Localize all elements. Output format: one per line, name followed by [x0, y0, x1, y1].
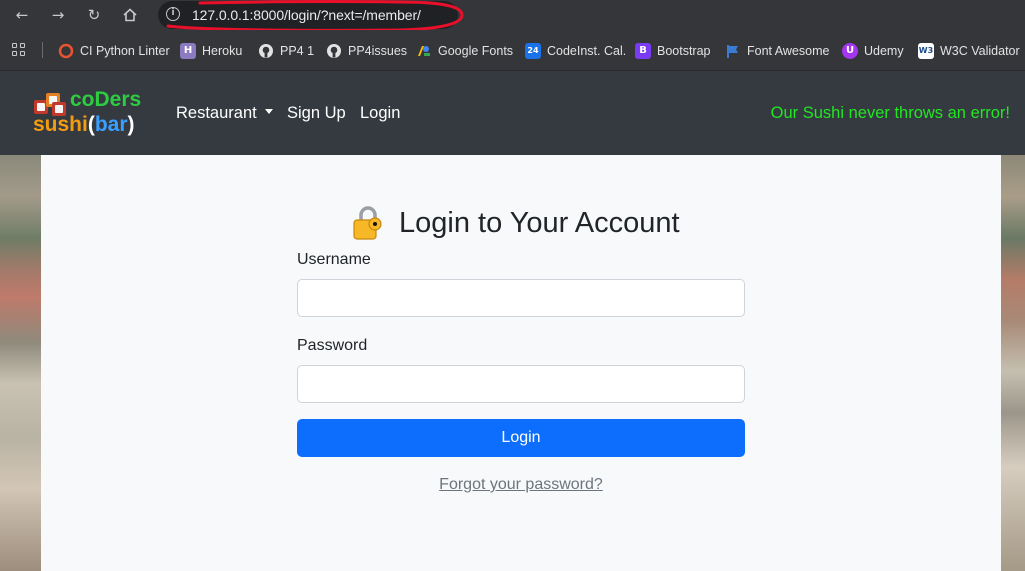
bookmark-label: CI Python Linter: [80, 44, 170, 58]
url-host: 127.0.0.1: [192, 7, 250, 23]
calendar-icon: 24: [525, 43, 541, 59]
w3c-icon: W3: [918, 43, 934, 59]
bookmark-label: Google Fonts: [438, 44, 514, 58]
bookmark-label: Udemy: [864, 44, 904, 58]
logo-coders: coDers: [70, 88, 142, 111]
bookmarks-separator: [42, 42, 43, 58]
bookmark-pp4issues[interactable]: PP4issues: [326, 42, 407, 60]
background-photo-right: [1001, 155, 1025, 571]
url-text[interactable]: 127.0.0.1:8000/login/?next=/member/: [192, 7, 421, 23]
bookmark-label: PP4issues: [348, 44, 408, 58]
background-photo-left: [0, 155, 41, 571]
logo-sushibar: sushi(bar): [33, 113, 135, 137]
lock-icon: [353, 206, 382, 240]
arrow-left-icon[interactable]: ←: [12, 5, 32, 25]
bookmarks-bar: CI Python Linter H Heroku PP4 1 PP4issue…: [0, 30, 1025, 71]
bookmark-heroku[interactable]: H Heroku: [180, 42, 242, 60]
info-icon[interactable]: i: [166, 7, 180, 21]
logo-sushi: sushi: [33, 113, 88, 136]
bookmark-w3c-validator[interactable]: W3 W3C Validator: [918, 42, 1020, 60]
bookmark-label: W3C Validator: [940, 44, 1020, 58]
reload-icon[interactable]: ↻: [84, 5, 104, 25]
bookmark-label: CodeInst. Cal.: [547, 44, 627, 58]
logo-paren-close: ): [127, 113, 135, 136]
github-icon: [258, 43, 274, 59]
page-title: Login to Your Account: [399, 207, 680, 239]
bookmark-google-fonts[interactable]: Google Fonts: [416, 42, 513, 60]
flag-icon: [725, 43, 741, 59]
password-input[interactable]: [297, 365, 745, 403]
home-icon[interactable]: [120, 5, 140, 25]
arrow-right-icon[interactable]: →: [48, 5, 68, 25]
ci-linter-icon: [58, 43, 74, 59]
apps-grid-icon[interactable]: [12, 43, 26, 57]
site-navbar: coDers sushi(bar) Restaurant Sign Up Log…: [0, 71, 1025, 155]
login-heading: Login to Your Account: [350, 203, 680, 243]
bookmark-label: Heroku: [202, 44, 243, 58]
username-label: Username: [297, 251, 371, 268]
username-input[interactable]: [297, 279, 745, 317]
logo-bar: bar: [94, 113, 128, 136]
nav-restaurant-label: Restaurant: [176, 104, 257, 122]
bookmark-bootstrap[interactable]: B Bootstrap: [635, 42, 711, 60]
login-submit-button[interactable]: Login: [297, 419, 745, 457]
nav-restaurant-dropdown[interactable]: Restaurant: [176, 103, 273, 123]
google-fonts-icon: [416, 43, 432, 59]
forgot-password-link[interactable]: Forgot your password?: [297, 475, 745, 495]
nav-login-link[interactable]: Login: [360, 103, 400, 123]
bookmark-udemy[interactable]: U Udemy: [842, 42, 904, 60]
bookmark-label: Bootstrap: [657, 44, 711, 58]
bookmark-label: PP4 1: [280, 44, 315, 58]
bootstrap-icon: B: [635, 43, 651, 59]
bookmark-font-awesome[interactable]: Font Awesome: [725, 42, 829, 60]
heroku-icon: H: [180, 43, 196, 59]
bookmark-codeinst-cal[interactable]: 24 CodeInst. Cal.: [525, 42, 626, 60]
nav-signup-link[interactable]: Sign Up: [287, 103, 346, 123]
logo-paren-open: (: [87, 113, 95, 136]
bookmark-pp4-1[interactable]: PP4 1: [258, 42, 314, 60]
github-icon: [326, 43, 342, 59]
caret-down-icon: [264, 109, 273, 115]
bookmark-ci-python-linter[interactable]: CI Python Linter: [58, 42, 170, 60]
url-path: :8000/login/?next=/member/: [249, 7, 421, 23]
site-tagline: Our Sushi never throws an error!: [770, 104, 1010, 122]
password-label: Password: [297, 337, 368, 354]
site-logo[interactable]: coDers sushi(bar): [30, 88, 155, 140]
bookmark-label: Font Awesome: [747, 44, 830, 58]
browser-toolbar: ← → ↻ i 127.0.0.1:8000/login/?next=/memb…: [0, 0, 1025, 30]
udemy-icon: U: [842, 43, 858, 59]
